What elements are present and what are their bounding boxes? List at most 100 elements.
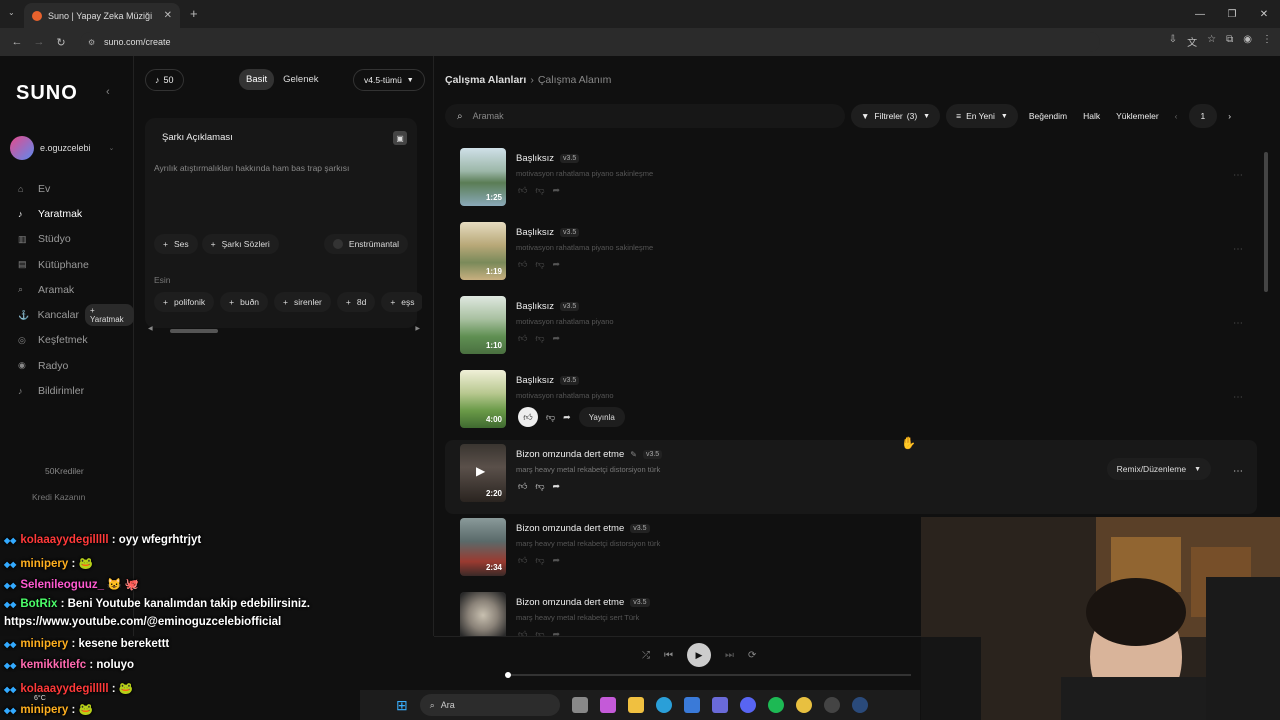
share-icon[interactable]: ➦	[553, 629, 561, 636]
chrome-icon[interactable]	[795, 697, 812, 713]
next-icon[interactable]: ⏭	[725, 650, 734, 661]
thumbs-up-icon[interactable]: 👍︎	[518, 481, 527, 492]
previous-icon[interactable]: ⏮	[664, 650, 673, 661]
obs-icon[interactable]	[823, 697, 840, 713]
suno-logo[interactable]: SUNO	[16, 82, 78, 105]
minimize-icon[interactable]: —	[1184, 0, 1216, 28]
discord-icon[interactable]	[739, 697, 756, 713]
task-view-icon[interactable]	[571, 697, 588, 713]
extensions-icon[interactable]: ⧉	[1226, 34, 1233, 49]
thumbs-up-icon[interactable]: 👍︎	[518, 555, 527, 566]
inspiration-tag[interactable]: + eşs	[381, 292, 422, 312]
thumbs-down-icon[interactable]: 👎︎	[535, 333, 544, 344]
song-row[interactable]: 1:19 Başlıksız v3.5 motivasyon rahatlama pi…	[445, 218, 1257, 292]
version-select[interactable]: v4.5-tümü ▼	[353, 69, 425, 91]
prev-page-icon[interactable]: ‹	[1170, 104, 1183, 128]
sort-button[interactable]: ≡ En Yeni ▼	[946, 104, 1018, 128]
install-icon[interactable]: ⇩	[1169, 34, 1177, 49]
share-icon[interactable]: ➦	[563, 412, 571, 423]
inspiration-tag[interactable]: + polifonik	[154, 292, 215, 312]
share-icon[interactable]: ➦	[553, 555, 561, 566]
scroll-thumb[interactable]	[170, 329, 218, 333]
copilot-icon[interactable]	[599, 697, 616, 713]
bookmark-star-icon[interactable]: ☆	[1207, 34, 1216, 49]
more-options-icon[interactable]: ⋯	[1233, 170, 1243, 181]
tab-list-button[interactable]: ⌄	[8, 8, 15, 17]
song-row[interactable]: 1:10 Başlıksız v3.5 motivasyon rahatlama pi…	[445, 292, 1257, 366]
song-tags[interactable]: motivasyon rahatlama piyano sakinleşme	[516, 169, 653, 178]
thumbs-down-icon[interactable]: 👎︎	[546, 412, 555, 423]
sidebar-item-6[interactable]: ◎ Keşfetmek	[0, 328, 134, 353]
uploads-filter-button[interactable]: Yüklemeler	[1111, 104, 1164, 128]
song-tags[interactable]: marş heavy metal rekabetçi distorsiyon t…	[516, 465, 660, 474]
inspiration-tag[interactable]: + sirenler	[274, 292, 331, 312]
mode-simple-button[interactable]: Basit	[239, 69, 275, 90]
translate-icon[interactable]: 文	[1187, 34, 1197, 49]
steam-icon[interactable]	[851, 697, 868, 713]
thumbs-up-icon[interactable]: 👍︎	[518, 185, 527, 196]
song-tags[interactable]: marş heavy metal rekabetçi sert Türk	[516, 613, 639, 622]
create-hook-chip[interactable]: + Yaratmak	[85, 304, 134, 327]
sidebar-item-5[interactable]: ⚓ Kancalar + Yaratmak	[0, 302, 134, 327]
liked-filter-button[interactable]: Beğendim	[1024, 104, 1072, 128]
next-page-icon[interactable]: ›	[1223, 104, 1236, 128]
thumbs-down-icon[interactable]: 👎︎	[535, 629, 544, 636]
repeat-icon[interactable]: ⟳	[748, 650, 756, 661]
share-icon[interactable]: ➦	[553, 259, 561, 270]
store-icon[interactable]	[683, 697, 700, 713]
song-cover[interactable]: 4:00	[460, 370, 506, 428]
thumbs-up-icon[interactable]: 👍︎	[518, 259, 527, 270]
restore-icon[interactable]: ❐	[1216, 0, 1248, 28]
song-title[interactable]: Bizon omzunda dert etme	[516, 449, 624, 460]
description-input[interactable]: Ayrılık atıştırmalıkları hakkında ham ba…	[154, 163, 349, 173]
share-icon[interactable]: ➦	[553, 185, 561, 196]
song-title[interactable]: Bizon omzunda dert etme	[516, 597, 624, 608]
thumbs-up-icon[interactable]: 👍︎	[518, 333, 527, 344]
scroll-right-icon[interactable]: ▶	[415, 325, 420, 332]
more-options-icon[interactable]: ⋯	[1233, 392, 1243, 403]
inspiration-scrollbar[interactable]: ◀ ▶	[148, 325, 420, 334]
windows-start-icon[interactable]: ⊞	[396, 697, 408, 714]
remix-edit-button[interactable]: Remix/Düzenleme ▼	[1106, 458, 1211, 480]
song-title[interactable]: Başlıksız	[516, 301, 554, 312]
share-icon[interactable]: ➦	[553, 333, 561, 344]
add-lyrics-button[interactable]: + Şarkı Sözleri	[201, 234, 279, 254]
song-cover[interactable]	[460, 592, 506, 636]
song-cover[interactable]: 2:20 ▶	[460, 444, 506, 502]
image-upload-icon[interactable]: ▣	[393, 131, 407, 145]
sidebar-item-1[interactable]: ♪ Yaratmak	[0, 201, 134, 226]
thumbs-up-icon[interactable]: 👍︎	[518, 407, 538, 427]
address-bar[interactable]: ⚙ suno.com/create	[80, 32, 1100, 52]
thumbs-down-icon[interactable]: 👎︎	[535, 481, 544, 492]
thumbs-down-icon[interactable]: 👎︎	[535, 185, 544, 196]
profile-icon[interactable]: ◉	[1243, 34, 1252, 49]
sidebar-item-0[interactable]: ⌂ Ev	[0, 176, 134, 201]
inspiration-tag[interactable]: + buðn	[220, 292, 269, 312]
breadcrumb-root[interactable]: Çalışma Alanları	[445, 74, 526, 86]
add-audio-button[interactable]: + Ses	[154, 234, 198, 254]
back-icon[interactable]: ←	[6, 36, 28, 48]
sidebar-item-3[interactable]: ▤ Kütüphane	[0, 252, 134, 277]
song-cover[interactable]: 1:10	[460, 296, 506, 354]
play-button[interactable]: ▶	[687, 643, 711, 667]
progress-bar[interactable]	[505, 672, 911, 678]
shuffle-icon[interactable]: ⤮	[642, 650, 650, 661]
edge-icon[interactable]	[655, 697, 672, 713]
list-scrollbar[interactable]	[1264, 152, 1268, 292]
song-row[interactable]: 1:25 Başlıksız v3.5 motivasyon rahatlama pi…	[445, 144, 1257, 218]
song-cover[interactable]: 1:19	[460, 222, 506, 280]
sidebar-item-7[interactable]: ◉ Radyo	[0, 353, 134, 378]
more-options-icon[interactable]: ⋯	[1233, 244, 1243, 255]
site-info-icon[interactable]: ⚙	[88, 38, 95, 47]
song-title[interactable]: Başlıksız	[516, 227, 554, 238]
sidebar-item-8[interactable]: ♪ Bildirimler	[0, 378, 134, 403]
mode-custom-button[interactable]: Gelenek	[276, 69, 325, 90]
instrumental-toggle[interactable]: Enstrümantal	[323, 234, 408, 254]
scroll-left-icon[interactable]: ◀	[148, 325, 153, 332]
filters-button[interactable]: ▼ Filtreler (3) ▼	[851, 104, 941, 128]
song-title[interactable]: Başlıksız	[516, 375, 554, 386]
song-row[interactable]: 2:20 ▶ Bizon omzunda dert etme ✎ v3.5 marş he…	[445, 440, 1257, 514]
inspiration-tag[interactable]: +8d	[336, 292, 376, 312]
song-tags[interactable]: marş heavy metal rekabetçi distorsiyon t…	[516, 539, 660, 548]
sidebar-item-4[interactable]: ⌕ Aramak	[0, 277, 134, 302]
